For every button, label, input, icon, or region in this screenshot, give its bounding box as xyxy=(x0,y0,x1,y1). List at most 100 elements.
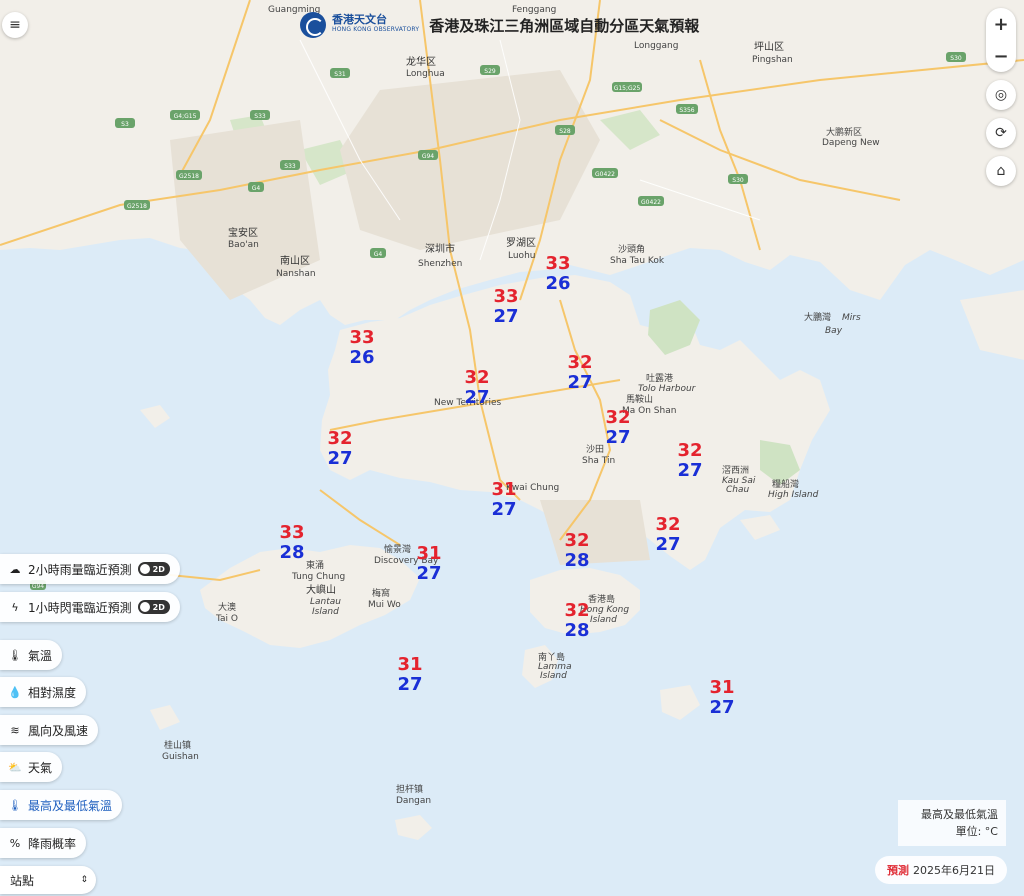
zoom-in-button[interactable]: + xyxy=(986,8,1016,40)
temp-marker[interactable]: 31 27 xyxy=(409,544,449,584)
layer-lightning-nowcast[interactable]: ϟ 1小時閃電臨近預測 2D xyxy=(0,592,180,622)
place-label-mirsbay-2: Bay xyxy=(825,326,843,336)
layer-humidity[interactable]: 💧 相對濕度 xyxy=(0,677,87,707)
svg-text:S33: S33 xyxy=(254,113,266,120)
header: 香港天文台 HONG KONG OBSERVATORY 香港及珠江三角洲區域自動… xyxy=(300,10,699,40)
wind-icon: ≋ xyxy=(10,723,20,737)
lightning-icon: ϟ xyxy=(11,600,19,614)
temp-marker[interactable]: 32 27 xyxy=(648,515,688,555)
zoom-control: + − xyxy=(986,8,1016,72)
temp-marker[interactable]: 32 27 xyxy=(560,353,600,393)
2d-toggle[interactable]: 2D xyxy=(137,600,170,614)
menu-button[interactable]: ≡ xyxy=(2,12,28,38)
place-label-muiwo-cn: 梅窩 xyxy=(372,587,390,599)
place-label-dapeng-cn: 大鹏新区 xyxy=(826,126,862,138)
place-label-maonshan-cn: 馬鞍山 xyxy=(626,393,653,405)
station-select-value: 站點 xyxy=(10,873,35,888)
max-temp: 33 xyxy=(279,522,305,543)
layer-rain-nowcast[interactable]: ☁ 2小時雨量臨近預測 2D xyxy=(0,554,180,584)
min-temp: 27 xyxy=(491,499,517,520)
refresh-icon: ⟳ xyxy=(995,125,1007,141)
page-title: 香港及珠江三角洲區域自動分區天氣預報 xyxy=(429,16,700,35)
place-label-mirsbay-cn: 大鵬灣 xyxy=(804,311,831,323)
place-label-lantau-2: Island xyxy=(312,607,339,617)
max-temp: 32 xyxy=(605,407,631,428)
place-label-nanshan: Nanshan xyxy=(276,269,316,279)
temp-marker[interactable]: 32 28 xyxy=(557,601,597,641)
max-temp: 32 xyxy=(655,514,681,535)
svg-text:G4;G15: G4;G15 xyxy=(174,113,197,120)
temp-marker[interactable]: 32 27 xyxy=(320,429,360,469)
min-temp: 28 xyxy=(564,550,590,571)
place-label-shatoukok-cn: 沙頭角 xyxy=(618,243,645,255)
svg-text:S31: S31 xyxy=(334,71,346,78)
temp-marker[interactable]: 33 26 xyxy=(538,254,578,294)
svg-text:G2518: G2518 xyxy=(127,203,147,210)
layer-rain-probability[interactable]: % 降雨概率 xyxy=(0,828,87,858)
layer-wind[interactable]: ≋ 風向及風速 xyxy=(0,715,99,745)
svg-text:G15;G25: G15;G25 xyxy=(614,85,641,92)
min-temp: 27 xyxy=(605,427,631,448)
min-temp: 27 xyxy=(493,306,519,327)
min-temp: 27 xyxy=(416,563,442,584)
layer-label: 最高及最低氣溫 xyxy=(28,798,113,813)
place-label-longgang: Longgang xyxy=(634,41,678,51)
forecast-date-badge: 預測 2025年6月21日 xyxy=(875,856,1007,884)
temp-marker[interactable]: 31 27 xyxy=(390,655,430,695)
place-label-luohu-cn: 罗湖区 xyxy=(506,237,536,249)
hko-logo[interactable]: 香港天文台 HONG KONG OBSERVATORY xyxy=(300,12,419,38)
place-label-kausaichau-2: Chau xyxy=(726,485,750,495)
hko-logo-icon xyxy=(300,12,326,38)
svg-text:S3: S3 xyxy=(121,121,129,128)
hamburger-icon: ≡ xyxy=(9,17,21,33)
station-select[interactable]: 站點 ⇕ xyxy=(0,866,96,894)
temp-marker[interactable]: 33 26 xyxy=(342,328,382,368)
max-temp: 31 xyxy=(416,543,442,564)
min-temp: 26 xyxy=(545,273,571,294)
layer-temperature[interactable]: 🌡 氣溫 xyxy=(0,640,63,670)
temp-marker[interactable]: 32 27 xyxy=(457,368,497,408)
temp-marker[interactable]: 31 27 xyxy=(702,678,742,718)
place-label-nanshan-cn: 南山区 xyxy=(280,254,310,267)
svg-text:G4: G4 xyxy=(252,185,261,192)
place-label-baoan: Bao'an xyxy=(228,240,259,250)
svg-text:S29: S29 xyxy=(484,68,496,75)
min-temp: 27 xyxy=(397,674,423,695)
place-label-guishan-cn: 桂山镇 xyxy=(164,739,191,751)
weather-icon: ⛅ xyxy=(8,760,22,774)
layer-label: 1小時閃電臨近預測 xyxy=(28,600,132,615)
locate-button[interactable]: ◎ xyxy=(986,80,1016,110)
place-label-tolo-cn: 吐露港 xyxy=(646,372,673,384)
2d-toggle[interactable]: 2D xyxy=(137,562,170,576)
place-label-highisland: High Island xyxy=(768,490,819,500)
min-temp: 27 xyxy=(567,372,593,393)
place-label-shatin: Sha Tin xyxy=(582,456,615,466)
base-map[interactable]: S31 S29 G15;G25 G4;G15 S33 S3 S28 G94 S3… xyxy=(0,0,1024,896)
place-label-luohu: Luohu xyxy=(508,251,535,261)
max-temp: 31 xyxy=(397,654,423,675)
temp-marker[interactable]: 33 27 xyxy=(486,287,526,327)
legend: 最高及最低氣溫 單位: °C xyxy=(898,800,1006,846)
svg-text:S33: S33 xyxy=(284,163,296,170)
svg-text:G2518: G2518 xyxy=(179,173,199,180)
home-icon: ⌂ xyxy=(996,163,1006,179)
place-label-taio: Tai O xyxy=(215,614,238,624)
temp-marker[interactable]: 32 27 xyxy=(598,408,638,448)
zoom-out-button[interactable]: − xyxy=(986,40,1016,72)
home-button[interactable]: ⌂ xyxy=(986,156,1016,186)
min-temp: 28 xyxy=(564,620,590,641)
min-temp: 27 xyxy=(709,697,735,718)
temp-marker[interactable]: 32 28 xyxy=(557,531,597,571)
svg-text:S30: S30 xyxy=(950,55,962,62)
place-label-tungchung: Tung Chung xyxy=(291,572,345,582)
temp-marker[interactable]: 32 27 xyxy=(670,441,710,481)
refresh-button[interactable]: ⟳ xyxy=(986,118,1016,148)
forecast-tag: 預測 xyxy=(887,864,909,877)
temp-marker[interactable]: 31 27 xyxy=(484,480,524,520)
layer-max-min-temp[interactable]: 🌡 最高及最低氣溫 xyxy=(0,790,123,820)
place-label-lantau-cn: 大嶼山 xyxy=(306,583,336,596)
layer-weather[interactable]: ⛅ 天氣 xyxy=(0,752,63,782)
temp-marker[interactable]: 33 28 xyxy=(272,523,312,563)
layer-label: 2小時雨量臨近預測 xyxy=(28,562,132,577)
place-label-discoverybay-cn: 愉景灣 xyxy=(384,543,411,555)
